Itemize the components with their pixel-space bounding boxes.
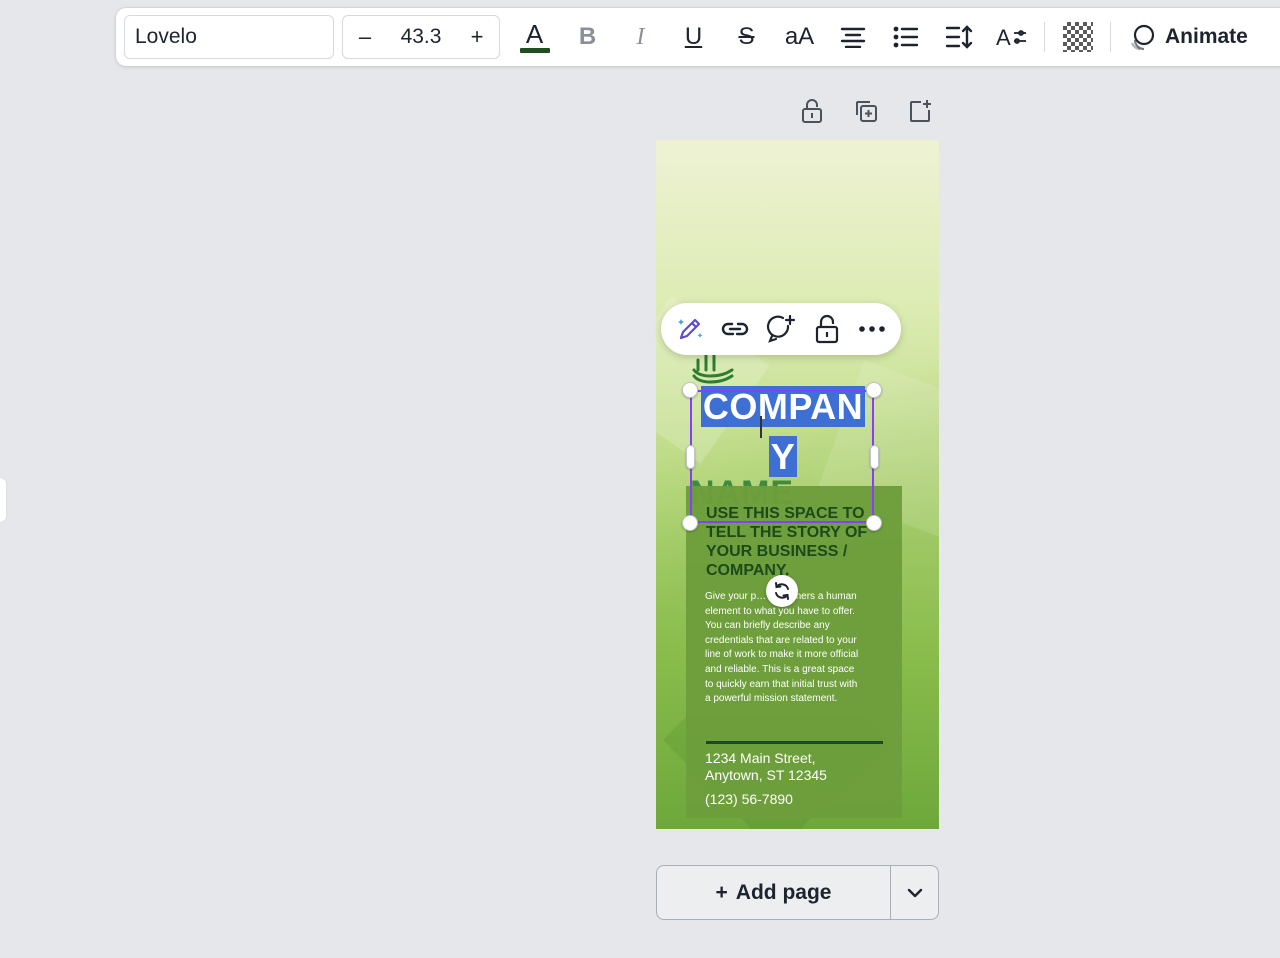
element-context-menu — [661, 303, 901, 355]
plus-icon: + — [715, 880, 728, 904]
divider-line — [706, 741, 883, 744]
letter-case-icon: aA — [784, 23, 815, 50]
transparency-button[interactable] — [1051, 15, 1104, 59]
chevron-down-icon — [907, 888, 922, 897]
leaf-logo-icon[interactable] — [690, 350, 734, 386]
italic-icon: I — [636, 23, 645, 50]
list-button[interactable] — [879, 15, 932, 59]
resize-handle-bottom-left[interactable] — [682, 515, 698, 531]
alignment-button[interactable] — [826, 15, 879, 59]
link-button[interactable] — [715, 309, 755, 349]
heading-line-2: Y — [768, 436, 798, 477]
magic-pencil-icon — [677, 318, 703, 340]
text-effects-button[interactable]: A — [985, 15, 1038, 59]
rotate-icon — [775, 582, 789, 600]
text-cursor — [760, 416, 762, 438]
toolbar-divider — [1110, 22, 1111, 52]
link-icon — [722, 322, 749, 336]
text-toolbar: Lovelo – 43.3 + A B I U S aA A Animate — [116, 8, 1280, 66]
add-page-button[interactable]: + Add page — [657, 866, 890, 919]
page-actions — [792, 94, 940, 128]
strikethrough-button[interactable]: S — [720, 15, 773, 59]
bullet-list-icon — [893, 26, 918, 48]
comment-button[interactable] — [761, 309, 801, 349]
italic-button[interactable]: I — [614, 15, 667, 59]
address-text[interactable]: 1234 Main Street, Anytown, ST 12345 — [705, 750, 885, 784]
side-panel-toggle[interactable] — [0, 478, 6, 522]
duplicate-page-button[interactable] — [846, 94, 886, 128]
underline-button[interactable]: U — [667, 15, 720, 59]
resize-handle-bottom-right[interactable] — [866, 515, 882, 531]
rotate-handle[interactable] — [766, 575, 798, 607]
add-comment-icon — [766, 314, 796, 343]
font-family-select[interactable]: Lovelo — [124, 15, 334, 59]
add-page-icon-button[interactable] — [900, 94, 940, 128]
decrease-font-size-button[interactable]: – — [355, 24, 375, 50]
lock-icon — [815, 314, 838, 344]
heading-line-1: COMPAN — [700, 386, 866, 427]
story-heading[interactable]: USE THIS SPACE TO TELL THE STORY OF YOUR… — [706, 504, 886, 580]
resize-handle-top-left[interactable] — [682, 382, 698, 398]
spacing-button[interactable] — [932, 15, 985, 59]
more-dots-icon — [859, 326, 885, 332]
resize-handle-right[interactable] — [870, 445, 879, 469]
strikethrough-icon: S — [738, 23, 755, 50]
address-line-1: 1234 Main Street, — [705, 750, 816, 766]
story-body-text[interactable]: Give your p… customers a human element t… — [705, 590, 865, 707]
animate-button[interactable]: Animate — [1117, 15, 1258, 59]
toolbar-divider — [1044, 22, 1045, 52]
animate-label: Animate — [1165, 25, 1248, 48]
lock-page-button[interactable] — [792, 94, 832, 128]
letter-case-button[interactable]: aA — [773, 15, 826, 59]
text-effects-icon: A — [996, 25, 1026, 50]
resize-handle-top-right[interactable] — [866, 382, 882, 398]
add-page-icon — [910, 100, 931, 122]
font-size-input[interactable]: 43.3 — [401, 25, 442, 49]
transparency-icon — [1062, 22, 1093, 52]
design-page[interactable]: NAME USE THIS SPACE TO TELL THE STORY OF… — [656, 140, 939, 829]
animate-icon — [1130, 24, 1155, 51]
text-color-button[interactable]: A — [508, 15, 561, 59]
resize-handle-left[interactable] — [686, 445, 695, 469]
duplicate-icon — [856, 101, 877, 122]
lock-icon — [802, 99, 822, 123]
phone-text[interactable]: (123) 56-7890 — [705, 791, 793, 807]
lock-element-button[interactable] — [807, 309, 847, 349]
add-page-control: + Add page — [656, 865, 939, 920]
add-page-label: Add page — [735, 880, 832, 904]
bold-button[interactable]: B — [561, 15, 614, 59]
address-line-2: Anytown, ST 12345 — [705, 767, 827, 783]
magic-edit-button[interactable] — [670, 309, 710, 349]
font-size-control: – 43.3 + — [342, 15, 500, 59]
text-color-icon: A — [519, 21, 550, 53]
underline-icon: U — [684, 23, 703, 50]
bold-icon: B — [578, 23, 597, 50]
align-center-icon — [840, 27, 865, 48]
company-heading-text[interactable]: COMPAN Y — [690, 382, 876, 482]
more-options-button[interactable] — [852, 309, 892, 349]
line-spacing-icon — [945, 25, 972, 49]
increase-font-size-button[interactable]: + — [467, 24, 487, 50]
add-page-dropdown-button[interactable] — [890, 866, 938, 919]
svg-text:A: A — [996, 25, 1011, 50]
